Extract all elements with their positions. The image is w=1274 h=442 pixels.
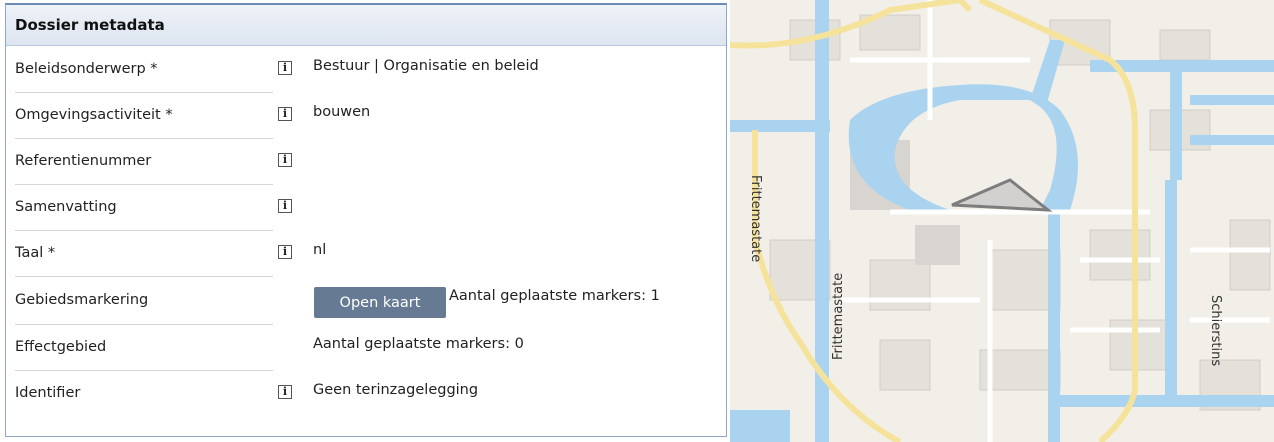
street-label: Schierstins bbox=[1208, 295, 1223, 366]
street-label: Frittemastate bbox=[748, 175, 763, 262]
marker-count: Aantal geplaatste markers: 0 bbox=[313, 336, 524, 352]
map-canvas: Frittemastate Frittemastate Schierstins bbox=[730, 0, 1274, 442]
info-icon[interactable]: i bbox=[278, 153, 292, 167]
field-value: bouwen bbox=[313, 104, 371, 120]
info-icon[interactable]: i bbox=[278, 199, 292, 213]
metadata-row-referentienummer: Referentienummer i bbox=[6, 138, 726, 184]
metadata-row-samenvatting: Samenvatting i bbox=[6, 184, 726, 230]
field-label: Omgevingsactiviteit * bbox=[15, 107, 173, 123]
metadata-row-beleidsonderwerp: Beleidsonderwerp * i Bestuur | Organisat… bbox=[6, 46, 726, 92]
field-value: Bestuur | Organisatie en beleid bbox=[313, 58, 539, 74]
info-icon[interactable]: i bbox=[278, 245, 292, 259]
info-icon[interactable]: i bbox=[278, 61, 292, 75]
field-value: Geen terinzagelegging bbox=[313, 382, 479, 398]
field-label: Gebiedsmarkering bbox=[15, 292, 149, 308]
field-label: Taal * bbox=[15, 245, 56, 261]
metadata-row-taal: Taal * i nl bbox=[6, 230, 726, 276]
metadata-row-effectgebied: Effectgebied Aantal geplaatste markers: … bbox=[6, 324, 726, 370]
field-label: Identifier bbox=[15, 385, 81, 401]
field-value: nl bbox=[313, 242, 327, 258]
open-kaart-button[interactable]: Open kaart bbox=[314, 287, 446, 318]
dossier-metadata-panel: Dossier metadata Beleidsonderwerp * i Be… bbox=[5, 3, 727, 437]
panel-title: Dossier metadata bbox=[6, 5, 726, 46]
field-label: Samenvatting bbox=[15, 199, 117, 215]
field-label: Beleidsonderwerp * bbox=[15, 61, 158, 77]
metadata-row-omgevingsactiviteit: Omgevingsactiviteit * i bouwen bbox=[6, 92, 726, 138]
marker-count: Aantal geplaatste markers: 1 bbox=[449, 288, 660, 304]
metadata-row-gebiedsmarkering: Gebiedsmarkering Open kaart Aantal gepla… bbox=[6, 276, 726, 324]
street-label: Frittemastate bbox=[831, 273, 846, 360]
info-icon[interactable]: i bbox=[278, 385, 292, 399]
field-label: Referentienummer bbox=[15, 153, 152, 169]
metadata-row-identifier: Identifier i Geen terinzagelegging bbox=[6, 370, 726, 416]
map-view[interactable]: Frittemastate Frittemastate Schierstins bbox=[730, 0, 1274, 442]
info-icon[interactable]: i bbox=[278, 107, 292, 121]
field-label: Effectgebied bbox=[15, 339, 107, 355]
